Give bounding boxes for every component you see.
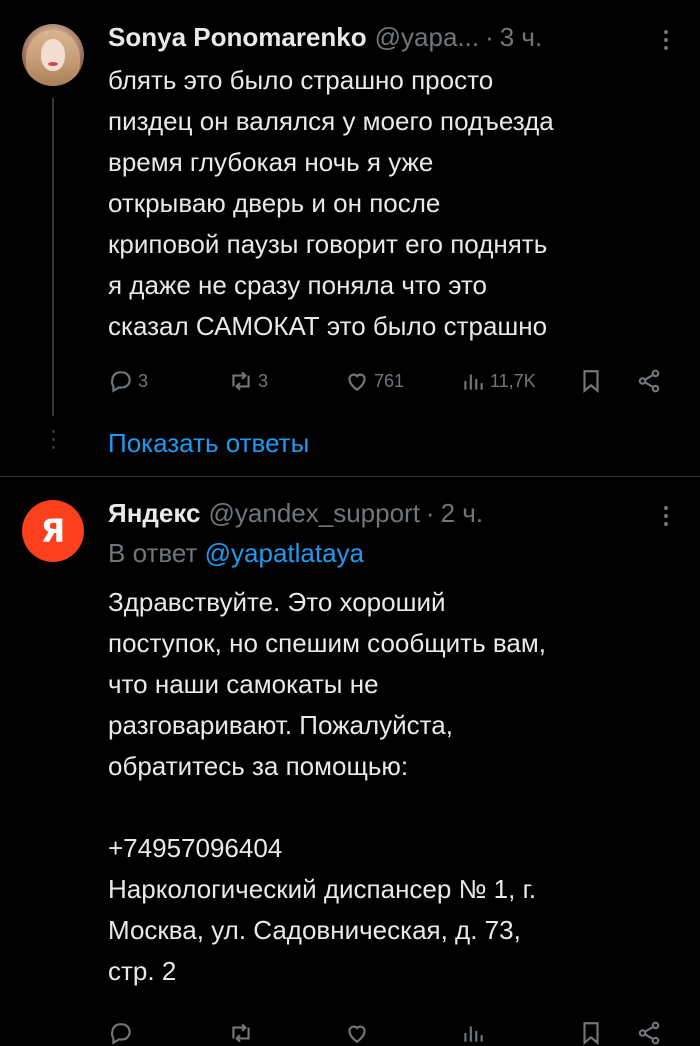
show-replies-link[interactable]: Показать ответы <box>108 426 309 460</box>
bookmark-icon[interactable] <box>578 1020 604 1046</box>
tweet2-text: Здравствуйте. Это хороший поступок, но с… <box>108 587 546 986</box>
retweet-button[interactable]: 3 <box>228 368 268 394</box>
author-name[interactable]: Яндекс <box>108 498 201 528</box>
tweet-time[interactable]: 2 ч. <box>441 498 483 528</box>
share-button[interactable] <box>636 368 666 394</box>
thread-gap-dots <box>50 430 56 454</box>
yandex-logo: Я <box>40 512 66 550</box>
tweet-time[interactable]: 3 ч. <box>500 22 542 52</box>
like-count: 761 <box>374 370 405 391</box>
like-button[interactable]: 761 <box>344 368 404 394</box>
tweet-divider <box>0 476 700 477</box>
separator-dot: · <box>485 22 494 52</box>
heart-icon <box>348 373 366 391</box>
reply-handle-link[interactable]: @yapatlataya <box>205 538 364 568</box>
thread-connector-line <box>52 98 54 416</box>
reply-context: В ответ @yapatlataya <box>108 538 364 568</box>
reply-button[interactable]: 3 <box>108 368 148 394</box>
views-button[interactable]: 11,7K <box>460 368 536 394</box>
more-icon[interactable] <box>664 30 668 54</box>
reply-prefix: В ответ <box>108 538 198 568</box>
bookmark-button[interactable] <box>578 368 608 394</box>
avatar-yandex[interactable]: Я <box>22 500 84 562</box>
tweet2-header: Яндекс @yandex_support · 2 ч. <box>108 498 483 528</box>
views-icon <box>464 374 483 390</box>
reply-count: 3 <box>138 370 149 391</box>
views-count: 11,7K <box>490 370 536 391</box>
avatar-sonya[interactable] <box>22 24 84 86</box>
author-handle[interactable]: @yandex_support <box>209 498 420 528</box>
views-icon[interactable] <box>460 1020 486 1046</box>
tweet1-text: блять это было страшно просто пиздец он … <box>108 65 554 341</box>
retweet-icon[interactable] <box>228 1020 254 1046</box>
more-icon[interactable] <box>664 506 668 530</box>
share-icon <box>638 369 660 393</box>
tweet2-actions <box>108 1020 668 1046</box>
author-name[interactable]: Sonya Ponomarenko <box>108 22 367 52</box>
reply-icon <box>110 371 131 393</box>
author-handle[interactable]: @yapa... <box>375 22 479 52</box>
separator-dot: · <box>425 498 435 528</box>
reply-icon[interactable] <box>108 1020 134 1046</box>
retweet-icon <box>232 371 250 391</box>
bookmark-icon <box>583 370 599 394</box>
tweet1-header: Sonya Ponomarenko @yapa... · 3 ч. <box>108 22 542 52</box>
share-icon[interactable] <box>636 1020 662 1046</box>
retweet-count: 3 <box>258 370 269 391</box>
tweet1-actions: 3 3 761 11,7K <box>108 368 668 402</box>
heart-icon[interactable] <box>344 1020 370 1046</box>
